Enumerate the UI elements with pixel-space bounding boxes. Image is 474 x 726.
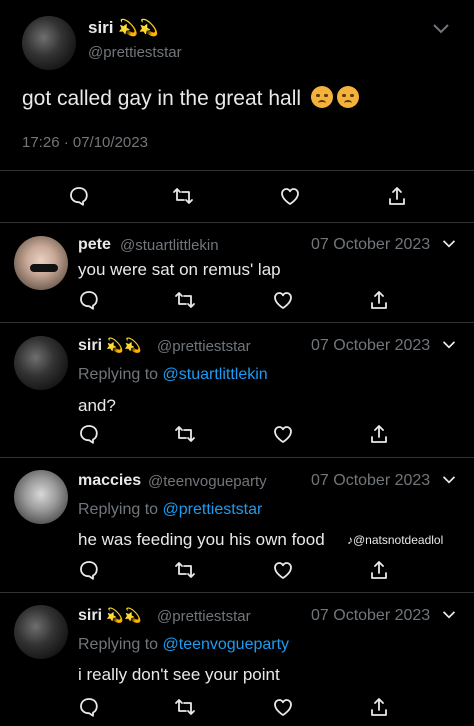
replying-to: Replying to @prettieststar bbox=[78, 501, 262, 519]
disappointed-face-icon bbox=[336, 86, 359, 108]
share-button[interactable] bbox=[368, 696, 390, 718]
tweet-text: got called gay in the great hall bbox=[22, 87, 302, 110]
divider bbox=[0, 592, 474, 593]
reply-icon bbox=[80, 561, 98, 580]
share-button[interactable] bbox=[386, 185, 408, 207]
author-name[interactable]: pete bbox=[78, 236, 111, 254]
retweet-icon bbox=[175, 699, 195, 715]
tweet-text: he was feeding you his own food bbox=[78, 530, 325, 549]
share-icon bbox=[389, 187, 405, 205]
share-button[interactable] bbox=[368, 559, 390, 581]
tweet-text: you were sat on remus' lap bbox=[78, 260, 281, 279]
share-icon bbox=[371, 698, 387, 716]
divider bbox=[0, 222, 474, 223]
tweet-date[interactable]: 07 October 2023 bbox=[311, 472, 430, 490]
avatar[interactable] bbox=[14, 336, 68, 390]
reply-icon bbox=[80, 425, 98, 444]
like-button[interactable] bbox=[272, 289, 294, 311]
share-button[interactable] bbox=[368, 289, 390, 311]
tweet-date[interactable]: 07 October 2023 bbox=[311, 337, 430, 355]
replying-to-label: Replying to bbox=[78, 636, 159, 653]
like-button[interactable] bbox=[272, 559, 294, 581]
like-button[interactable] bbox=[279, 185, 301, 207]
retweet-icon bbox=[173, 188, 193, 204]
retweet-icon bbox=[175, 562, 195, 578]
like-icon bbox=[274, 562, 292, 579]
avatar[interactable] bbox=[14, 236, 68, 290]
reply-icon bbox=[70, 187, 88, 206]
emoji-badge: 💫💫 bbox=[106, 337, 143, 353]
like-icon bbox=[274, 292, 292, 309]
retweet-button[interactable] bbox=[174, 289, 196, 311]
chevron-down-icon[interactable] bbox=[442, 474, 456, 486]
tweet-text: i really don't see your point bbox=[78, 665, 280, 684]
like-button[interactable] bbox=[272, 696, 294, 718]
share-icon bbox=[371, 291, 387, 309]
replying-to: Replying to @stuartlittlekin bbox=[78, 366, 268, 384]
avatar[interactable] bbox=[22, 16, 76, 70]
author-handle[interactable]: @prettieststar bbox=[88, 44, 182, 61]
share-button[interactable] bbox=[368, 423, 390, 445]
tweet-text: and? bbox=[78, 396, 116, 415]
emoji-badge: 💫💫 bbox=[106, 607, 143, 623]
retweet-button[interactable] bbox=[174, 696, 196, 718]
reply-button[interactable] bbox=[78, 423, 100, 445]
sunglasses bbox=[30, 264, 58, 272]
divider bbox=[0, 170, 474, 171]
author-handle[interactable]: @prettieststar bbox=[157, 338, 251, 355]
avatar[interactable] bbox=[14, 470, 68, 524]
like-icon bbox=[274, 699, 292, 716]
reply-icon bbox=[80, 291, 98, 310]
chevron-down-icon[interactable] bbox=[442, 339, 456, 351]
reply-button[interactable] bbox=[68, 185, 90, 207]
chevron-down-icon[interactable] bbox=[432, 22, 450, 36]
author-name[interactable]: maccies bbox=[78, 472, 141, 490]
main-tweet: siri 💫💫 @prettieststar got called gay in… bbox=[0, 0, 474, 224]
tweet-text-row: got called gay in the great hall bbox=[22, 86, 359, 111]
author-name[interactable]: siri bbox=[78, 337, 102, 355]
author-name[interactable]: siri bbox=[78, 607, 102, 625]
author-handle[interactable]: @stuartlittlekin bbox=[120, 237, 219, 254]
replying-to-handle-link[interactable]: @prettieststar bbox=[163, 501, 263, 518]
author-handle[interactable]: @teenvogueparty bbox=[148, 473, 267, 490]
replying-to-handle-link[interactable]: @stuartlittlekin bbox=[163, 366, 268, 383]
like-icon bbox=[274, 426, 292, 443]
tiktok-watermark: ♪@natsnotdeadlol bbox=[347, 533, 444, 547]
retweet-button[interactable] bbox=[172, 185, 194, 207]
author-name[interactable]: siri bbox=[88, 18, 114, 38]
replying-to: Replying to @teenvogueparty bbox=[78, 636, 289, 654]
avatar[interactable] bbox=[14, 605, 68, 659]
tweet-date[interactable]: 07 October 2023 bbox=[311, 236, 430, 254]
reply-button[interactable] bbox=[78, 559, 100, 581]
chevron-down-icon[interactable] bbox=[442, 238, 456, 250]
replying-to-handle-link[interactable]: @teenvogueparty bbox=[163, 636, 290, 653]
tweet-date[interactable]: 07 October 2023 bbox=[311, 607, 430, 625]
retweet-icon bbox=[175, 292, 195, 308]
replying-to-label: Replying to bbox=[78, 501, 159, 518]
like-button[interactable] bbox=[272, 423, 294, 445]
retweet-icon bbox=[175, 426, 195, 442]
author-handle[interactable]: @prettieststar bbox=[157, 608, 251, 625]
reply-button[interactable] bbox=[78, 696, 100, 718]
divider bbox=[0, 322, 474, 323]
divider bbox=[0, 457, 474, 458]
disappointed-face-icon bbox=[310, 86, 333, 108]
reply-icon bbox=[80, 698, 98, 717]
like-icon bbox=[281, 188, 299, 205]
share-icon bbox=[371, 425, 387, 443]
emoji-badge: 💫💫 bbox=[118, 20, 160, 37]
chevron-down-icon[interactable] bbox=[442, 609, 456, 621]
tweet-timestamp[interactable]: 17:26 · 07/10/2023 bbox=[22, 134, 148, 151]
share-icon bbox=[371, 561, 387, 579]
replying-to-label: Replying to bbox=[78, 366, 159, 383]
reply-button[interactable] bbox=[78, 289, 100, 311]
retweet-button[interactable] bbox=[174, 423, 196, 445]
retweet-button[interactable] bbox=[174, 559, 196, 581]
